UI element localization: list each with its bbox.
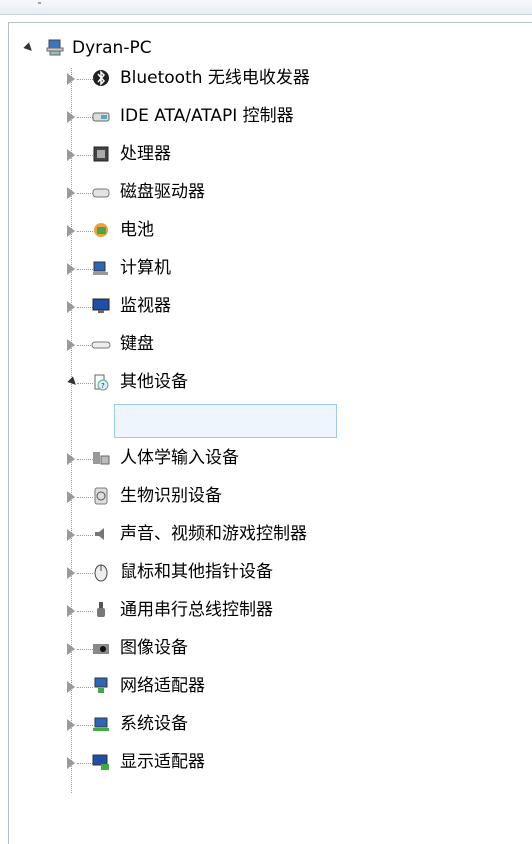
tree-item-label: 生物识别设备: [120, 486, 222, 506]
expand-toggle-icon[interactable]: [67, 187, 75, 199]
tree-item-row[interactable]: ? 其他设备: [8, 364, 428, 402]
tree-item-label: 显示适配器: [120, 752, 205, 772]
tree-item-row[interactable]: 生物识别设备: [8, 478, 428, 516]
tree-item-label: 系统设备: [120, 714, 188, 734]
toolbar-strip: [0, 0, 532, 15]
collapse-toggle-icon[interactable]: [67, 376, 79, 388]
tree-item-row[interactable]: 人体学输入设备: [8, 440, 428, 478]
tree-item-row[interactable]: 声音、视频和游戏控制器: [8, 516, 428, 554]
tree-item-label: 监视器: [120, 296, 171, 316]
expand-toggle-icon[interactable]: [67, 529, 75, 541]
expand-toggle-icon[interactable]: [67, 225, 75, 237]
expand-toggle-icon[interactable]: [67, 719, 75, 731]
tree-item-row[interactable]: 监视器: [8, 288, 428, 326]
tree-item-label: 其他设备: [120, 372, 188, 392]
expand-toggle-icon[interactable]: [67, 453, 75, 465]
tree-item-row[interactable]: 处理器: [8, 136, 428, 174]
tree-item-label: 键盘: [120, 334, 154, 354]
computer-icon: [46, 39, 64, 56]
tree-item-label: 图像设备: [120, 638, 188, 658]
expand-toggle-icon[interactable]: [67, 491, 75, 503]
tree-item-row[interactable]: IDE ATA/ATAPI 控制器: [8, 98, 428, 136]
toolbar-mark: [38, 2, 41, 4]
expand-toggle-icon[interactable]: [67, 567, 75, 579]
mouse-icon: [94, 564, 108, 582]
tree-item-label: 磁盘驱动器: [120, 182, 205, 202]
system-devices-icon: [93, 717, 109, 731]
bluetooth-icon: [93, 70, 109, 86]
expand-toggle-icon[interactable]: [67, 339, 75, 351]
svg-text:?: ?: [101, 382, 105, 390]
usb-icon: [97, 602, 105, 617]
root-label: Dyran-PC: [72, 38, 152, 58]
tree-item-row[interactable]: 计算机: [8, 250, 428, 288]
tree-item-row[interactable]: 磁盘驱动器: [8, 174, 428, 212]
expand-toggle-icon[interactable]: [67, 681, 75, 693]
expand-toggle-icon[interactable]: [67, 605, 75, 617]
tree-item-label: 鼠标和其他指针设备: [120, 562, 273, 582]
speaker-icon: [95, 528, 104, 540]
tree-item-label: 计算机: [120, 258, 171, 278]
tree-item-row[interactable]: 显示适配器: [8, 744, 428, 782]
hid-icon: [93, 452, 110, 465]
selection-highlight: [114, 404, 337, 438]
battery-icon: [94, 223, 108, 237]
tree-item-label: 电池: [120, 220, 154, 240]
tree-item-row[interactable]: 网络适配器: [8, 668, 428, 706]
tree-item-label: 人体学输入设备: [120, 448, 239, 468]
tree-item-row[interactable]: 图像设备: [8, 630, 428, 668]
other-devices-icon: ?: [94, 374, 109, 391]
network-icon: [94, 677, 108, 693]
tree-item-label: 网络适配器: [120, 676, 205, 696]
expand-toggle-icon[interactable]: [67, 263, 75, 275]
computer-icon: [93, 261, 108, 275]
tree-item-label: 处理器: [120, 144, 171, 164]
tree-item-row[interactable]: 键盘: [8, 326, 428, 364]
camera-icon: [93, 644, 109, 654]
tree-item-label: IDE ATA/ATAPI 控制器: [120, 106, 294, 126]
expand-toggle-icon[interactable]: [67, 643, 75, 655]
tree-item-row[interactable]: Bluetooth 无线电收发器: [8, 60, 428, 98]
tree-item-row[interactable]: 通用串行总线控制器: [8, 592, 428, 630]
fingerprint-icon: [94, 487, 108, 505]
display-adapter-icon: [92, 754, 109, 770]
tree-item-label: Bluetooth 无线电收发器: [120, 68, 310, 88]
keyboard-icon: [91, 341, 111, 349]
monitor-icon: [92, 298, 110, 313]
tree-item-row[interactable]: 鼠标和其他指针设备: [8, 554, 428, 592]
tree-item-label: 声音、视频和游戏控制器: [120, 524, 307, 544]
tree-item-label: 通用串行总线控制器: [120, 600, 273, 620]
collapse-toggle-icon[interactable]: [23, 42, 35, 54]
ide-controller-icon: [92, 112, 110, 122]
expand-toggle-icon[interactable]: [67, 111, 75, 123]
expand-toggle-icon[interactable]: [67, 757, 75, 769]
processor-icon: [93, 146, 109, 162]
expand-toggle-icon[interactable]: [67, 149, 75, 161]
expand-toggle-icon[interactable]: [67, 301, 75, 313]
expand-toggle-icon[interactable]: [67, 73, 75, 85]
tree-item-row[interactable]: 电池: [8, 212, 428, 250]
tree-item-row[interactable]: 系统设备: [8, 706, 428, 744]
disk-drive-icon: [92, 188, 110, 198]
